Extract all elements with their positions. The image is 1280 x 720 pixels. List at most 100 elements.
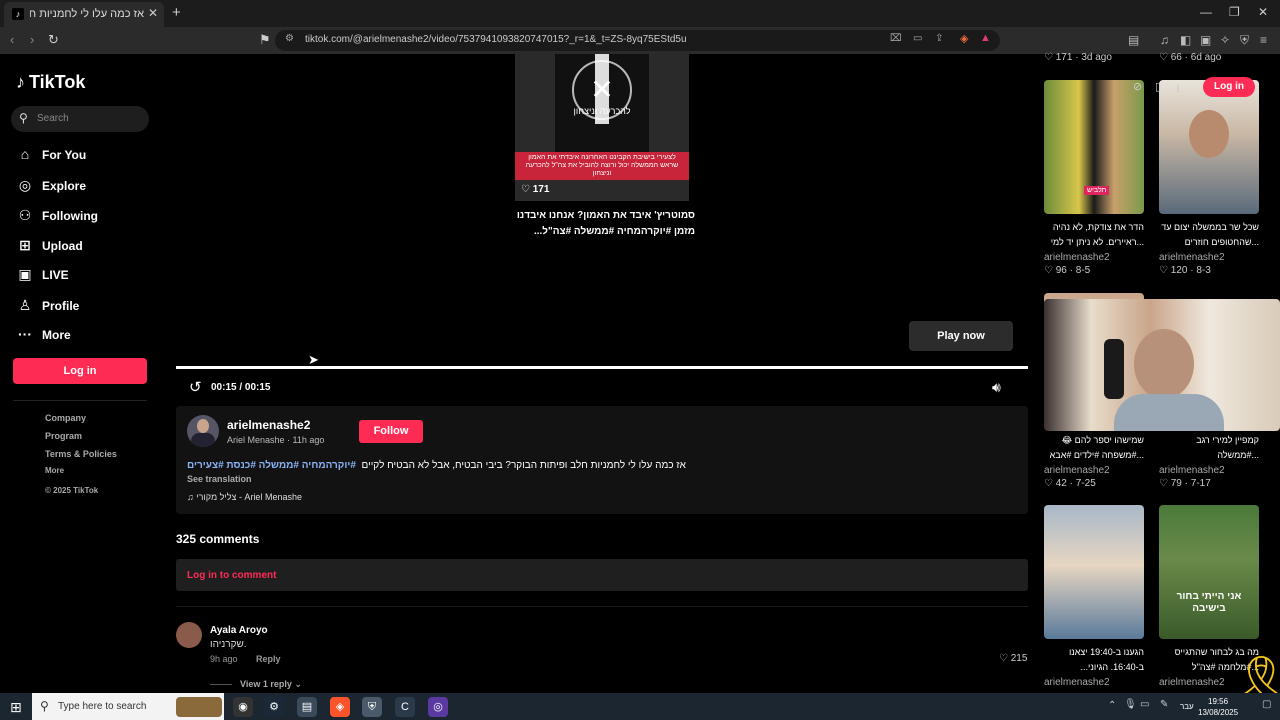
tray-chevron-icon[interactable]: ⌃ (1108, 700, 1116, 711)
download-icon[interactable]: ⭳ (1176, 80, 1180, 99)
file-explorer-icon[interactable]: ▤ (297, 697, 317, 717)
thumb-label: תלביש (1084, 186, 1110, 195)
notification-icon[interactable]: ▢ (1262, 699, 1271, 710)
new-tab-icon[interactable]: + (172, 4, 181, 21)
taskbar-search-placeholder: Type here to search (58, 701, 147, 712)
wallet-icon[interactable]: ▣ (1200, 33, 1211, 47)
c-app-icon[interactable]: C (395, 697, 415, 717)
language-indicator[interactable]: עבר (1180, 702, 1194, 711)
extensions-icon[interactable]: ✧ (1220, 33, 1230, 47)
browser-tab[interactable]: ♪ אז כמה עלו לי לחמניות חלב ופיתות ✕ (4, 2, 164, 27)
close-window-icon[interactable]: ✕ (1258, 5, 1268, 19)
play-now-button[interactable]: Play now (909, 321, 1013, 351)
site-info-icon[interactable]: ⚙ (285, 33, 294, 44)
related-author-2[interactable]: arielmenashe2 (1159, 252, 1225, 263)
obs-icon[interactable]: ◎ (428, 697, 448, 717)
related-video-thumb-6[interactable]: אני הייתי בחור בישיבה (1159, 505, 1259, 639)
related-author-1[interactable]: arielmenashe2 (1044, 252, 1110, 263)
see-translation-link[interactable]: See translation (187, 474, 252, 484)
related-author-4[interactable]: arielmenashe2 (1159, 465, 1225, 476)
bookmark-icon[interactable]: ⚑ (259, 32, 271, 48)
comment-avatar[interactable] (176, 622, 202, 648)
address-bar-row: ‹ › ↻ ⚑ ⚙ tiktok.com/@arielmenashe2/vide… (0, 27, 1280, 54)
menu-icon[interactable]: ≡ (1260, 33, 1267, 47)
phone-icon[interactable]: ▯ (1155, 80, 1161, 93)
search-input[interactable]: ⚲ Search (11, 106, 149, 132)
header-login-button[interactable]: Log in (1203, 77, 1255, 97)
heart-icon: ♡ (999, 653, 1008, 664)
sidebar-login-button[interactable]: Log in (13, 358, 147, 384)
comment-likes[interactable]: ♡ 215 (999, 653, 1027, 664)
sidebar-toggle-icon[interactable]: ▤ (1128, 33, 1139, 47)
related-author-3[interactable]: arielmenashe2 (1044, 465, 1110, 476)
translate-icon[interactable]: ⌧ (890, 33, 902, 44)
pip-icon[interactable]: ⊘ (1133, 80, 1142, 93)
taskbar-clock[interactable]: 19:56 13/08/2025 (1198, 696, 1238, 718)
url-text: tiktok.com/@arielmenashe2/video/75379410… (305, 34, 687, 45)
related-title-3[interactable]: שמישהו יספר להם 😂 ...#משפחה #ילדים #אבא (1040, 433, 1144, 463)
footer-company[interactable]: Company (45, 413, 86, 423)
url-field[interactable]: ⚙ tiktok.com/@arielmenashe2/video/753794… (275, 30, 1000, 51)
hashtags[interactable]: #יוקרהמחיה #ממשלה #כנסת #צעירים (187, 460, 356, 471)
related-title-1[interactable]: הדר את צודקת, לא נהיה ...ראיירים. לא נית… (1040, 220, 1144, 250)
footer-terms[interactable]: Terms & Policies (45, 449, 117, 459)
brave-shield-icon[interactable]: ◈ (960, 32, 968, 45)
tiktok-logo[interactable]: ♪ TikTok (16, 72, 85, 93)
restore-icon[interactable]: ❐ (1229, 5, 1240, 19)
related-title-4[interactable]: קמפיין למירי רגב ...#ממשלה (1155, 433, 1259, 463)
author-avatar[interactable] (187, 415, 219, 447)
related-title-5[interactable]: הגענו ב-19:40 יצאנו ב-16:40. הגיוני... (1040, 645, 1144, 675)
heart-icon: ♡ (1159, 265, 1168, 276)
related-video-thumb-5[interactable] (1044, 505, 1144, 639)
floating-webcam-overlay (1044, 299, 1280, 431)
music-icon[interactable]: ♫ (1160, 33, 1169, 47)
cast-icon[interactable]: ▭ (913, 33, 922, 44)
top-stat-1: ♡ 171 · 3d ago (1044, 52, 1112, 63)
forward-icon[interactable]: › (30, 32, 34, 47)
thumbnail-likes: ♡ 171 (521, 184, 550, 195)
close-tab-icon[interactable]: ✕ (148, 6, 158, 20)
thumb-label: אני הייתי בחור בישיבה (1176, 591, 1242, 614)
back-icon[interactable]: ‹ (10, 32, 14, 47)
comment-author[interactable]: Ayala Aroyo (210, 625, 268, 636)
share-icon[interactable]: ⇪ (935, 33, 943, 44)
volume-icon[interactable]: 🔊︎ (992, 379, 1001, 396)
comments-count: 325 comments (176, 532, 260, 546)
rewards-icon[interactable]: ▲ (980, 32, 991, 44)
pen-tray-icon[interactable]: ✎ (1160, 699, 1168, 710)
windows-start-icon[interactable]: ⊞ (10, 699, 22, 716)
login-to-comment-bar[interactable]: Log in to comment (176, 559, 1028, 591)
replay-icon[interactable]: ↺ (189, 378, 202, 396)
reload-icon[interactable]: ↻ (48, 32, 59, 48)
related-author-5[interactable]: arielmenashe2 (1044, 677, 1110, 688)
next-video-title[interactable]: סמוטריץ' איבד את האמון? אנחנו איבדנו מזמ… (515, 208, 695, 240)
footer-more[interactable]: More (45, 466, 64, 475)
network-tray-icon[interactable]: ▭ (1140, 699, 1149, 710)
users-icon: ⚇ (18, 207, 32, 223)
follow-button[interactable]: Follow (359, 420, 423, 443)
related-author-6[interactable]: arielmenashe2 (1159, 677, 1225, 688)
next-video-thumbnail[interactable]: ✕ להכרעה וניצחון לצעירי בישיבת הקבינט הא… (515, 54, 689, 201)
mic-tray-icon[interactable]: 🎙︎ (1124, 699, 1137, 710)
chrome-icon[interactable]: ◉ (233, 697, 253, 717)
comment-reply-button[interactable]: Reply (256, 654, 281, 664)
heart-icon: ♡ (1159, 478, 1168, 489)
related-video-thumb-1[interactable]: תלביש (1044, 80, 1144, 214)
vpn-icon[interactable]: ⛨ (1240, 33, 1249, 48)
footer-program[interactable]: Program (45, 431, 82, 441)
taskbar-widget-icon[interactable] (176, 697, 222, 717)
author-username[interactable]: arielmenashe2 (227, 418, 310, 432)
view-replies-button[interactable]: View 1 reply ⌄ (240, 679, 302, 690)
minimize-icon[interactable]: — (1200, 5, 1212, 19)
steam-icon[interactable]: ⚙ (264, 697, 284, 717)
sound-link[interactable]: ♫ צליל מקורי - Ariel Menashe (187, 492, 302, 502)
video-progress-bar[interactable] (176, 366, 1028, 369)
shield-app-icon[interactable]: ⛨ (362, 697, 382, 717)
thumb-face (1189, 110, 1229, 158)
mouse-cursor-icon: ➤ (308, 352, 319, 367)
brave-icon[interactable]: ◈ (330, 697, 350, 717)
related-video-thumb-2[interactable] (1159, 80, 1259, 214)
related-title-2[interactable]: שכל שר בממשלה יצום עד ...שהחטופים חוזרים (1155, 220, 1259, 250)
panel-icon[interactable]: ◧ (1180, 33, 1191, 47)
comments-divider (176, 606, 1028, 607)
